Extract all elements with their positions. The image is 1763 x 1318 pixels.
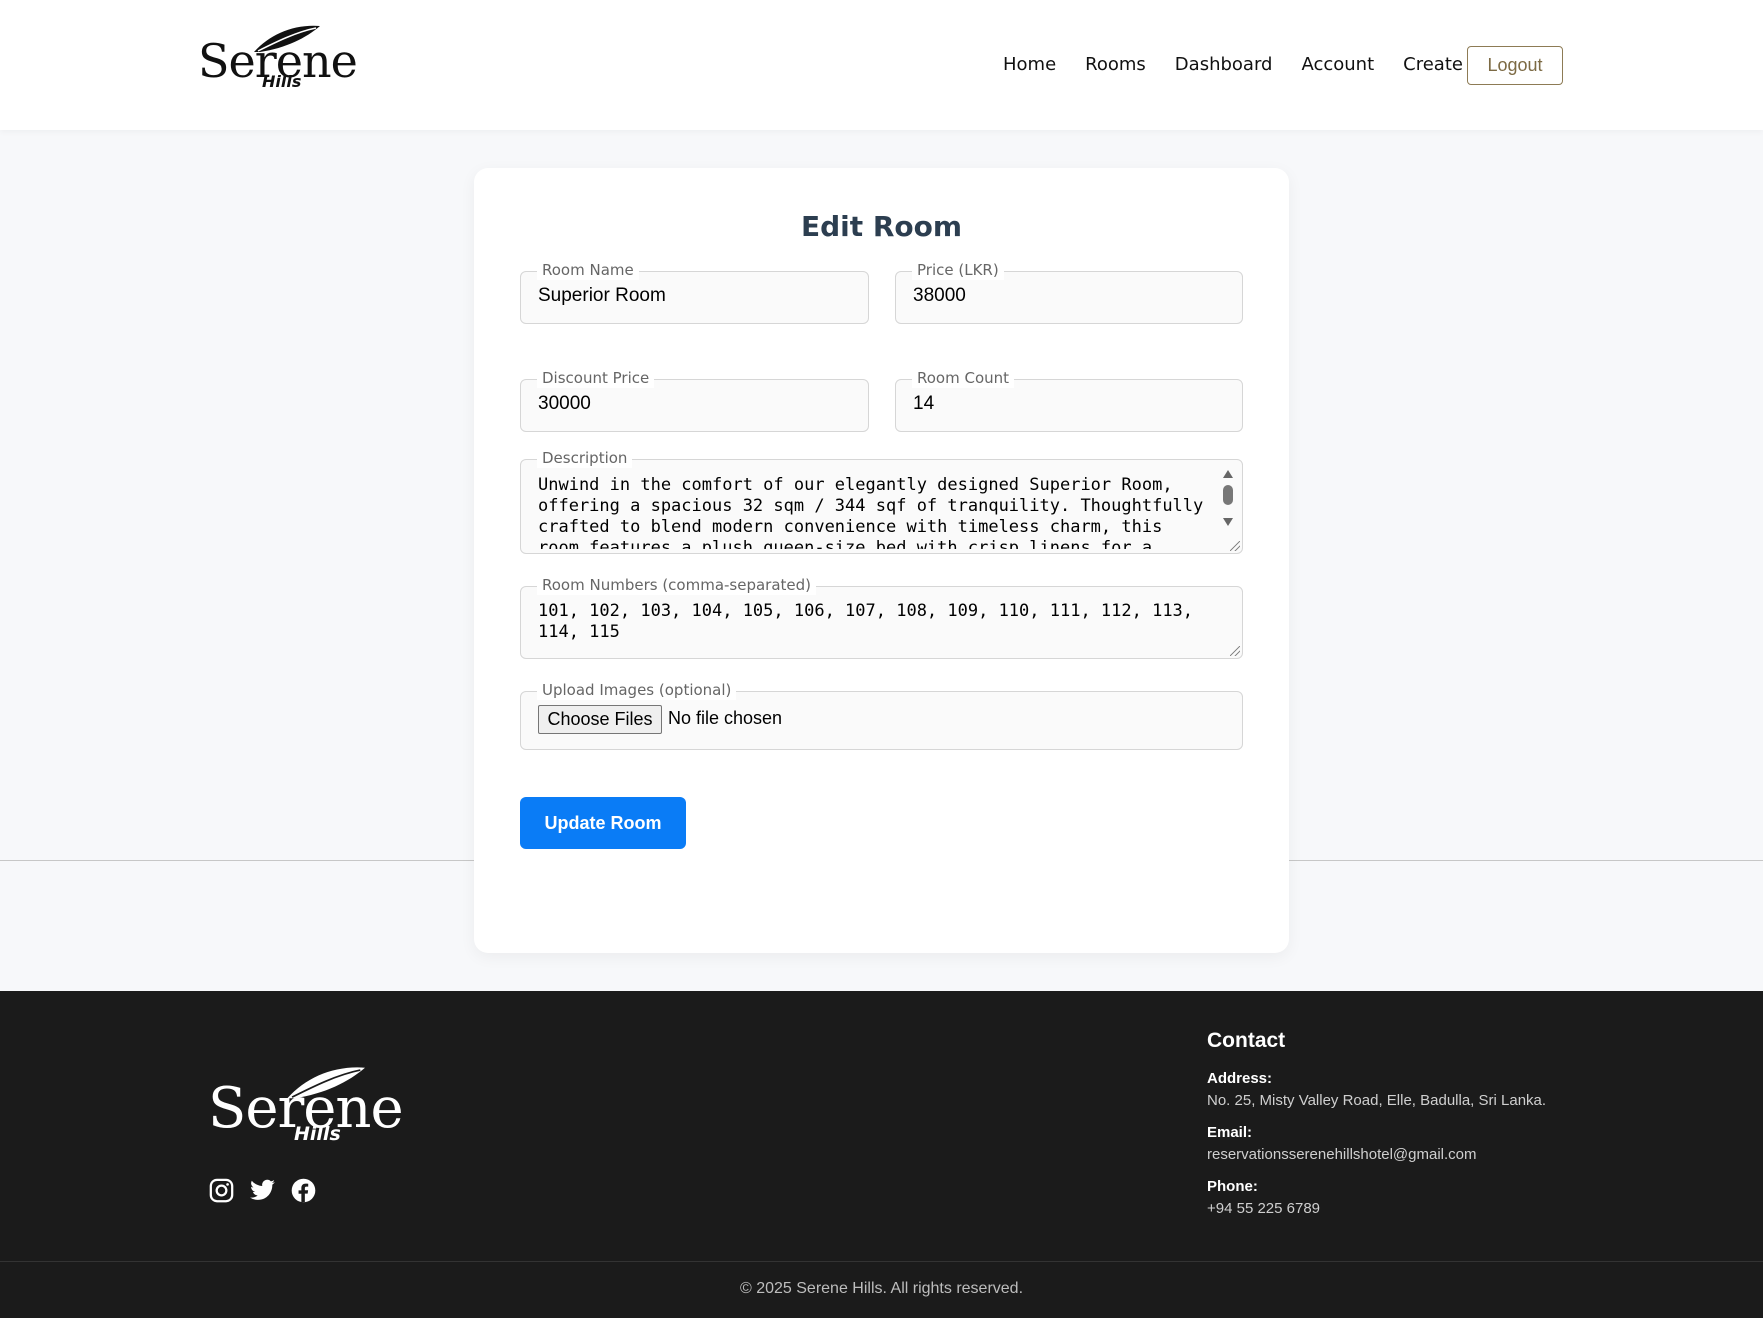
resize-handle-icon[interactable] [1230,646,1240,656]
discount-price-input[interactable]: 30000 [538,393,591,415]
nav-dashboard[interactable]: Dashboard [1175,54,1273,75]
upload-images-label: Upload Images (optional) [537,680,737,700]
contact-heading: Contact [1207,1029,1286,1052]
room-count-label: Room Count [912,368,1015,388]
scroll-down-icon[interactable] [1223,518,1233,526]
address-label: Address: [1207,1070,1273,1087]
email-value[interactable]: reservationsserenehillshotel@gmail.com [1207,1146,1607,1163]
page-title: Edit Room [800,210,963,243]
nav-account[interactable]: Account [1301,54,1374,75]
nav-home[interactable]: Home [1003,54,1056,75]
room-name-input[interactable]: Superior Room [538,285,666,307]
room-count-input[interactable]: 14 [913,393,934,415]
contact-section: Contact Address: No. 25, Misty Valley Ro… [1207,1029,1607,1232]
price-field[interactable]: Price (LKR) 38000 [895,260,1243,324]
description-scrollbar[interactable] [1222,468,1234,532]
room-numbers-label: Room Numbers (comma-separated) [537,575,817,595]
room-name-field[interactable]: Room Name Superior Room [520,260,869,324]
instagram-icon[interactable] [208,1177,235,1204]
brand-logo[interactable]: Serene Hills [198,22,358,92]
description-field[interactable]: Description Unwind in the comfort of our… [520,448,1243,554]
discount-price-field[interactable]: Discount Price 30000 [520,368,869,432]
discount-price-label: Discount Price [537,368,655,388]
description-textarea[interactable]: Unwind in the comfort of our elegantly d… [538,475,1228,549]
footer-divider [0,1261,1763,1262]
logout-button[interactable]: Logout [1467,46,1563,85]
room-numbers-field[interactable]: Room Numbers (comma-separated) 101, 102,… [520,575,1243,659]
upload-images-field: Upload Images (optional) Choose Files No… [520,680,1243,750]
room-count-field[interactable]: Room Count 14 [895,368,1243,432]
description-label: Description [537,448,633,468]
twitter-icon[interactable] [249,1177,276,1204]
facebook-icon[interactable] [290,1177,317,1204]
resize-handle-icon[interactable] [1230,541,1240,551]
copyright-text: © 2025 Serene Hills. All rights reserved… [739,1280,1024,1297]
nav-create[interactable]: Create [1403,54,1463,75]
phone-value[interactable]: +94 55 225 6789 [1207,1200,1607,1217]
scroll-up-icon[interactable] [1223,470,1233,478]
email-label: Email: [1207,1124,1253,1141]
social-links [208,1177,317,1204]
address-value: No. 25, Misty Valley Road, Elle, Badulla… [1207,1092,1547,1109]
price-input[interactable]: 38000 [913,285,966,307]
site-footer: Serene Hills Contact Address: No. 25, Mi… [0,991,1763,1318]
footer-brand-sub: Hills [294,1123,341,1145]
footer-logo[interactable]: Serene Hills [208,1063,404,1148]
phone-label: Phone: [1207,1178,1258,1195]
price-label: Price (LKR) [912,260,1004,280]
nav-rooms[interactable]: Rooms [1085,54,1146,75]
update-room-button[interactable]: Update Room [520,797,686,849]
edit-room-card: Edit Room Room Name Superior Room Price … [474,168,1289,953]
scroll-thumb[interactable] [1223,485,1233,505]
room-name-label: Room Name [537,260,639,280]
file-status: No file chosen [668,708,783,728]
room-numbers-textarea[interactable]: 101, 102, 103, 104, 105, 106, 107, 108, … [538,601,1228,643]
site-header: Serene Hills Home Rooms Dashboard Accoun… [0,0,1763,130]
choose-files-button[interactable]: Choose Files [538,705,662,734]
brand-sub: Hills [262,72,302,91]
main-nav: Home Rooms Dashboard Account Create [1003,54,1492,75]
